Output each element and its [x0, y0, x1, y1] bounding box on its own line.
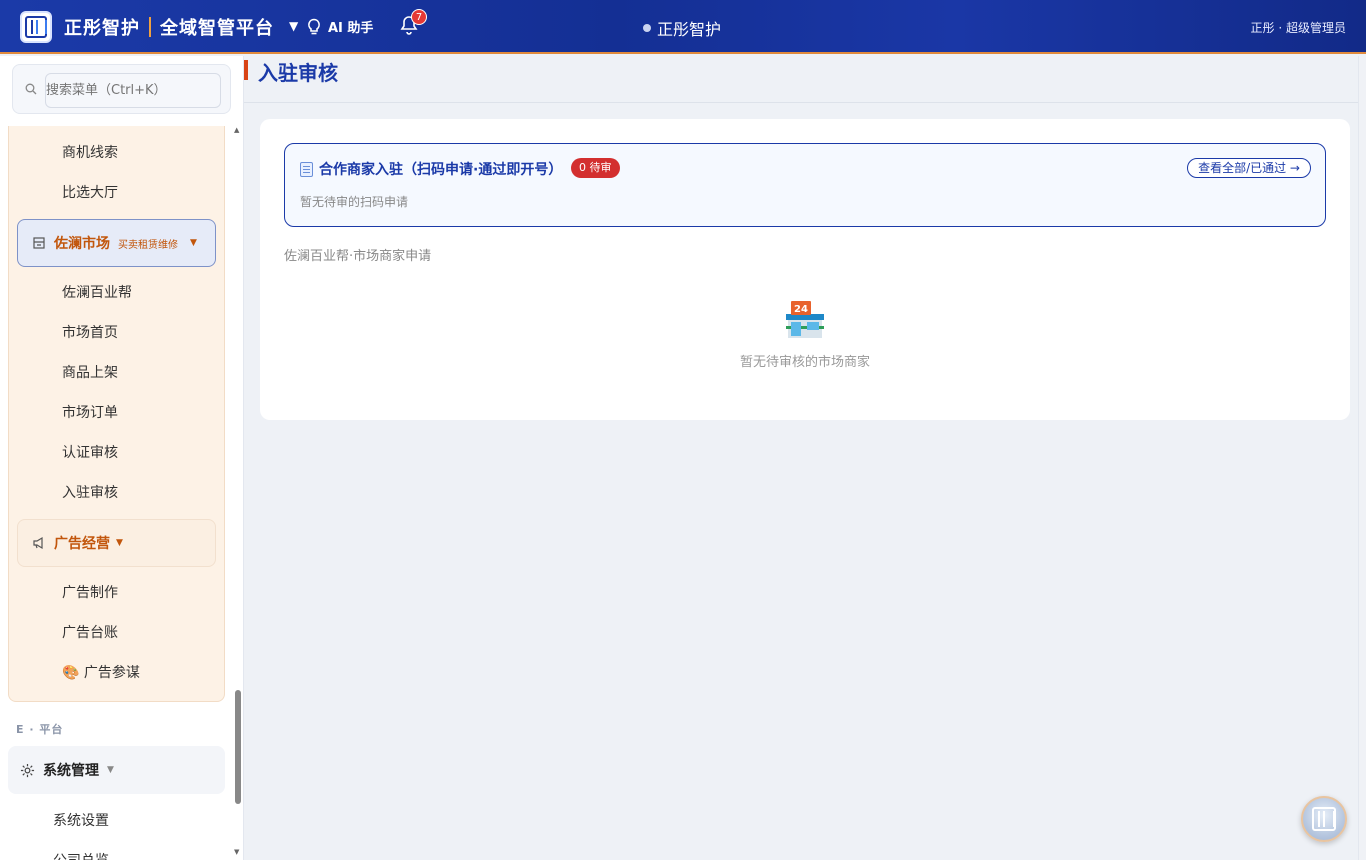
market-section-label: 佐澜百业帮·市场商家申请	[284, 249, 432, 264]
sidebar-item-onboarding-review[interactable]: 入驻审核	[62, 482, 118, 502]
sidebar-item-ad-ledger[interactable]: 广告台账	[62, 622, 118, 642]
partner-panel-title-text: 合作商家入驻（扫码申请·通过即开号）	[319, 162, 563, 178]
ai-assistant-label: AI 助手	[328, 21, 374, 36]
sidebar-item-bidding-hall[interactable]: 比选大厅	[62, 182, 118, 202]
sidebar-group-market[interactable]: 佐澜市场 买卖租赁维修 ▼	[17, 219, 216, 267]
sidebar-group-system-label: 系统管理	[43, 763, 99, 779]
content-card: 合作商家入驻（扫码申请·通过即开号） 0 待审 查看全部/已通过 → 暂无待审的…	[260, 119, 1350, 420]
sidebar-item-company-overview[interactable]: 公司总览	[53, 850, 109, 860]
section-label-platform: E · 平台	[16, 723, 64, 736]
platform-switch-caret-icon[interactable]: ▼	[289, 19, 298, 33]
sidebar-item-ad-production[interactable]: 广告制作	[62, 582, 118, 602]
view-all-button[interactable]: 查看全部/已通过 →	[1187, 158, 1311, 178]
notification-count-badge: 7	[411, 9, 427, 25]
search-icon	[25, 83, 37, 95]
sidebar-group-ads-label: 广告经营	[54, 536, 110, 552]
gear-icon	[20, 763, 35, 777]
chevron-down-icon: ▼	[107, 765, 114, 775]
pending-count-badge: 0 待审	[571, 158, 620, 178]
megaphone-icon	[33, 536, 43, 550]
sidebar-item-market-home[interactable]: 市场首页	[62, 322, 118, 342]
brand-title: 正彤智护 全域智管平台	[64, 14, 274, 40]
app-logo[interactable]	[20, 11, 52, 43]
sidebar-item-certification-review[interactable]: 认证审核	[62, 442, 118, 462]
brand-divider	[149, 17, 151, 37]
sidebar-group-market-tag: 买卖租赁维修	[118, 239, 178, 251]
sidebar-item-ad-advisor[interactable]: 🎨 广告参谋	[62, 662, 140, 682]
partner-onboarding-panel: 合作商家入驻（扫码申请·通过即开号） 0 待审 查看全部/已通过 → 暂无待审的…	[284, 143, 1326, 227]
title-accent-bar	[244, 60, 248, 80]
sidebar-item-product-listing[interactable]: 商品上架	[62, 362, 118, 382]
logo-mark-icon	[25, 16, 47, 38]
convenience-store-icon: 24	[786, 301, 824, 338]
center-title: 正彤智护	[643, 16, 721, 40]
page-title: 入驻审核	[258, 61, 338, 85]
scroll-down-arrow-icon[interactable]: ▼	[234, 848, 239, 856]
sidebar-item-system-settings[interactable]: 系统设置	[53, 810, 109, 830]
user-menu[interactable]: 正彤 · 超级管理员	[1251, 19, 1346, 36]
menu-search-box	[12, 64, 231, 114]
storefront-icon	[33, 237, 45, 249]
chevron-down-icon: ▼	[190, 238, 197, 248]
empty-state-text: 暂无待审核的市场商家	[739, 355, 870, 370]
status-dot-icon	[643, 24, 651, 32]
brand-name: 正彤智护	[64, 18, 140, 39]
top-header: 正彤智护 全域智管平台 ▼ AI 助手 7 正彤智护 正彤 · 超级管理员	[0, 0, 1366, 54]
scroll-up-arrow-icon[interactable]: ▲	[234, 126, 239, 134]
lightbulb-icon	[308, 18, 320, 34]
sidebar-group-market-label: 佐澜市场	[54, 236, 110, 252]
chevron-down-icon: ▼	[116, 538, 123, 548]
sidebar-item-zuolan-baiye[interactable]: 佐澜百业帮	[62, 282, 132, 302]
partner-panel-title: 合作商家入驻（扫码申请·通过即开号）	[300, 159, 562, 179]
platform-name: 全域智管平台	[160, 18, 274, 39]
svg-text:24: 24	[794, 304, 808, 315]
floating-assistant-button[interactable]	[1301, 796, 1347, 842]
sidebar-scrollbar-thumb[interactable]	[235, 690, 241, 804]
sidebar-item-leads[interactable]: 商机线索	[62, 142, 118, 162]
partner-empty-text: 暂无待审的扫码申请	[300, 195, 409, 209]
page-title-bar: 入驻审核	[244, 56, 1358, 103]
sidebar-group-system[interactable]: 系统管理 ▼	[8, 746, 225, 794]
receipt-icon	[300, 161, 313, 177]
logo-mark-icon	[1312, 807, 1336, 831]
main-scrollbar[interactable]	[1358, 56, 1366, 860]
menu-search-input[interactable]	[45, 73, 221, 108]
sidebar: ▲ ▼ 商机线索 比选大厅 佐澜市场 买卖租赁维修 ▼ 佐澜百业帮 市场首页 商…	[0, 56, 244, 860]
sidebar-group-ads[interactable]: 广告经营 ▼	[17, 519, 216, 567]
sidebar-item-market-orders[interactable]: 市场订单	[62, 402, 118, 422]
center-title-text: 正彤智护	[657, 20, 722, 39]
ai-assistant-button[interactable]: AI 助手	[306, 17, 373, 36]
